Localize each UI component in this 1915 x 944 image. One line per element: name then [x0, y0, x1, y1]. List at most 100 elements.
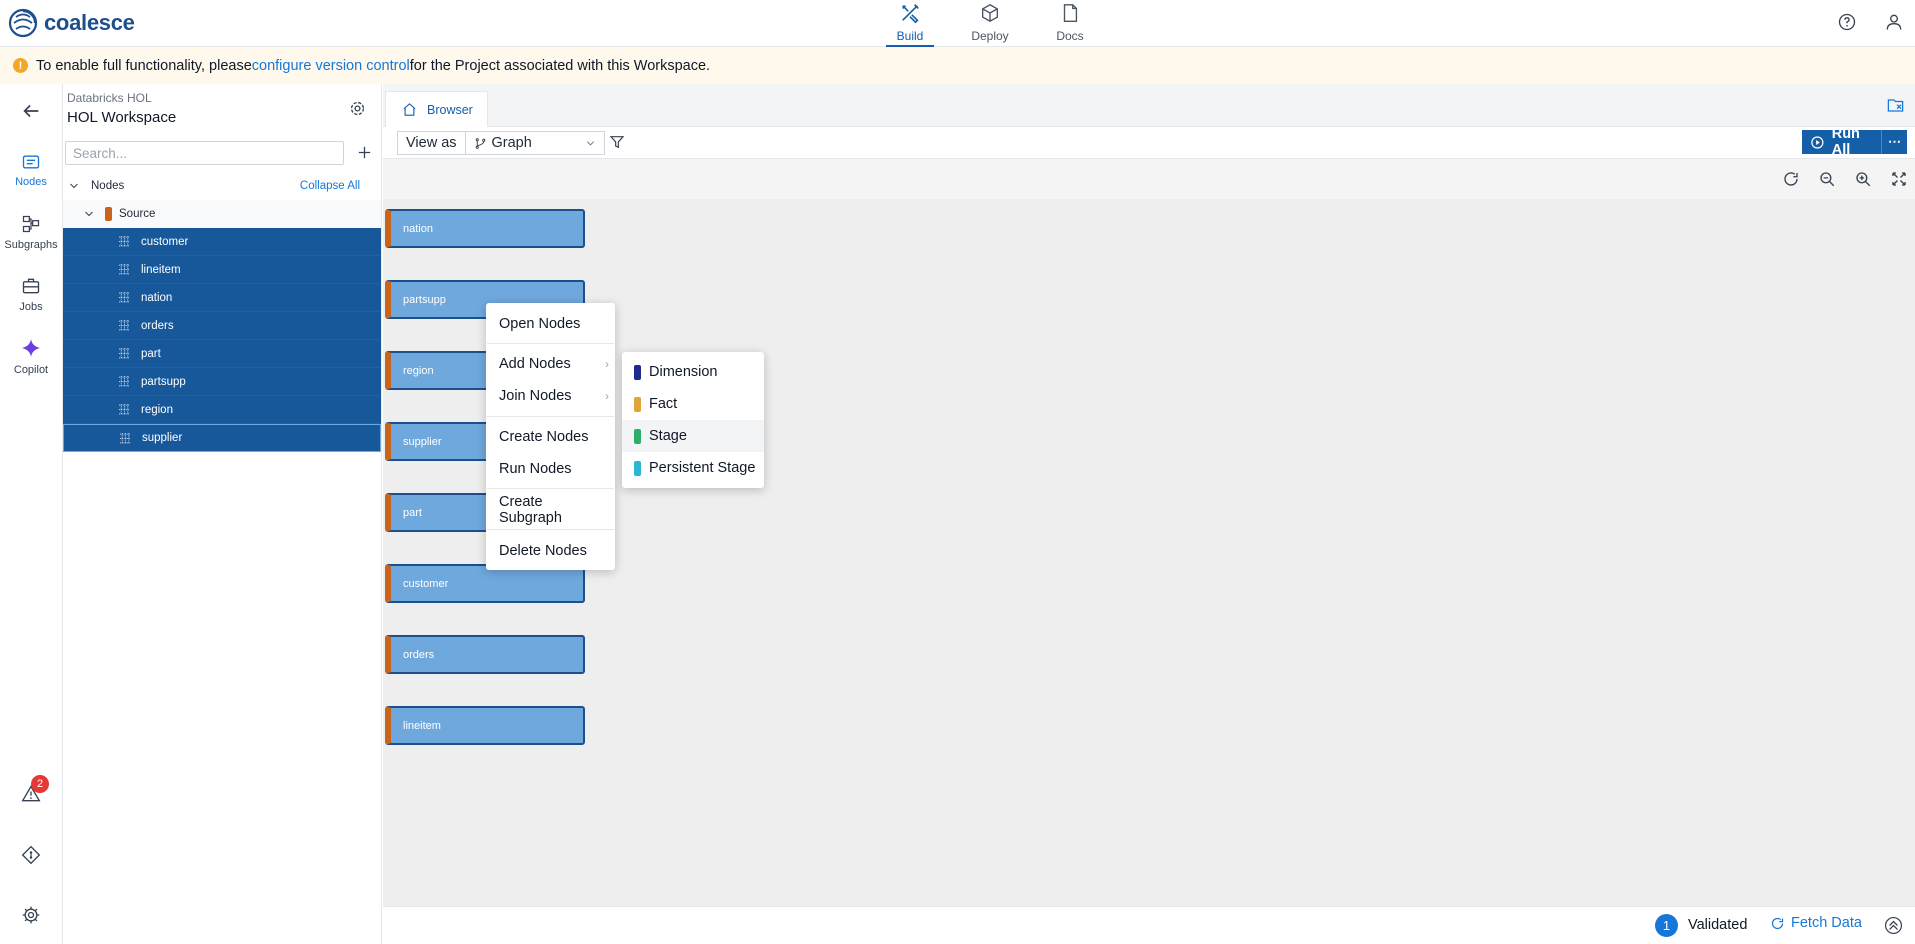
- view-mode-select[interactable]: Graph: [466, 132, 604, 154]
- nav-deploy[interactable]: Deploy: [960, 2, 1020, 44]
- tree-node-item[interactable]: part: [63, 340, 381, 368]
- warning-icon: !: [13, 58, 28, 73]
- expand-up-icon[interactable]: [1884, 916, 1903, 935]
- top-bar: [0, 0, 1915, 47]
- left-rail: [0, 84, 63, 944]
- submenu-stage-label: Stage: [649, 428, 687, 444]
- submenu-dimension[interactable]: Dimension: [622, 356, 764, 388]
- tree-group-label: Source: [119, 208, 156, 220]
- menu-create-subgraph[interactable]: Create Subgraph: [499, 494, 609, 526]
- briefcase-icon: [22, 278, 40, 294]
- menu-open-nodes[interactable]: Open Nodes: [499, 314, 609, 334]
- tab-browser[interactable]: Browser: [385, 91, 488, 127]
- graph-node-label: region: [403, 364, 434, 377]
- home-icon: [403, 103, 416, 116]
- fetch-data-button[interactable]: Fetch Data: [1770, 915, 1862, 931]
- run-all-button[interactable]: Run All ⋯: [1802, 126, 1907, 158]
- node-search-input[interactable]: [65, 141, 344, 165]
- rail-subgraphs[interactable]: Subgraphs: [0, 214, 62, 251]
- graph-node[interactable]: orders: [385, 635, 585, 674]
- tree-node-item[interactable]: lineitem: [63, 256, 381, 284]
- chevron-down-icon: [586, 140, 594, 146]
- add-icon[interactable]: [356, 144, 373, 161]
- nav-build[interactable]: Build: [880, 2, 940, 47]
- menu-run-nodes[interactable]: Run Nodes: [499, 459, 609, 479]
- menu-create-subgraph-label: Create Subgraph: [499, 494, 562, 526]
- tools-icon: [902, 4, 919, 24]
- nav-deploy-label: Deploy: [971, 29, 1009, 43]
- version-control-banner: ! To enable full functionality, please c…: [0, 47, 1915, 84]
- menu-divider: [487, 488, 614, 489]
- user-icon[interactable]: [1884, 12, 1904, 32]
- fit-view-icon[interactable]: [1890, 170, 1908, 188]
- submenu-stage[interactable]: Stage: [622, 420, 764, 452]
- tree-node-label: region: [141, 403, 173, 416]
- status-bar: [383, 906, 1915, 944]
- git-icon[interactable]: [21, 845, 41, 865]
- tree-node-item[interactable]: supplier: [63, 424, 381, 452]
- tree-node-item[interactable]: customer: [63, 228, 381, 256]
- validated-status[interactable]: Validated: [1688, 917, 1747, 933]
- tree-node-label: partsupp: [141, 375, 186, 388]
- graph-node[interactable]: nation: [385, 209, 585, 248]
- tree-root-nodes[interactable]: Nodes Collapse All: [63, 172, 381, 200]
- rail-copilot-label: Copilot: [13, 364, 49, 376]
- tree-group-source[interactable]: Source: [63, 200, 381, 228]
- tree-root-label: Nodes: [91, 180, 125, 192]
- menu-delete-nodes[interactable]: Delete Nodes: [499, 541, 609, 561]
- graph-node[interactable]: lineitem: [385, 706, 585, 745]
- close-folder-icon[interactable]: [1886, 96, 1905, 115]
- menu-create-nodes[interactable]: Create Nodes: [499, 427, 609, 447]
- menu-open-nodes-label: Open Nodes: [499, 316, 581, 332]
- graph-node-label: nation: [403, 222, 433, 235]
- validation-count-badge: 1: [1655, 914, 1678, 937]
- submenu-persistent-stage-label: Persistent Stage: [649, 460, 756, 476]
- menu-add-nodes[interactable]: Add Nodes ›: [499, 354, 609, 374]
- tree-node-item[interactable]: region: [63, 396, 381, 424]
- filter-icon[interactable]: [609, 134, 625, 150]
- project-name: Databricks HOL: [67, 91, 152, 105]
- tree-node-item[interactable]: orders: [63, 312, 381, 340]
- collapse-all-link[interactable]: Collapse All: [300, 180, 360, 192]
- menu-join-nodes[interactable]: Join Nodes ›: [499, 386, 609, 406]
- subgraphs-icon: [22, 215, 40, 233]
- configure-version-control-link[interactable]: configure version control: [252, 58, 410, 74]
- graph-node-label: partsupp: [403, 293, 446, 306]
- document-icon: [1063, 4, 1078, 22]
- rail-nodes[interactable]: Nodes: [0, 153, 62, 188]
- zoom-out-icon[interactable]: [1818, 170, 1836, 188]
- app-logo[interactable]: coalesce: [8, 8, 135, 38]
- tree-node-item[interactable]: nation: [63, 284, 381, 312]
- submenu-fact[interactable]: Fact: [622, 388, 764, 420]
- rail-copilot[interactable]: Copilot: [0, 337, 62, 376]
- view-mode-value: Graph: [491, 135, 532, 151]
- refresh-icon[interactable]: [1782, 170, 1800, 188]
- branch-icon: [475, 137, 485, 149]
- settings-gear-icon[interactable]: [21, 905, 41, 925]
- graph-node-label: orders: [403, 648, 435, 661]
- table-grid-icon: [119, 292, 130, 303]
- table-grid-icon: [119, 376, 130, 387]
- logo-text: coalesce: [44, 10, 135, 35]
- chevron-down-icon: [85, 211, 93, 217]
- rail-jobs[interactable]: Jobs: [0, 276, 62, 313]
- nav-docs[interactable]: Docs: [1040, 2, 1100, 44]
- graph-node-label: lineitem: [403, 719, 441, 732]
- tree-node-label: part: [141, 347, 161, 360]
- run-all-more-icon[interactable]: ⋯: [1881, 130, 1901, 154]
- nav-build-label: Build: [896, 29, 924, 43]
- tree-node-item[interactable]: partsupp: [63, 368, 381, 396]
- workspace-settings-gear-icon[interactable]: [348, 99, 367, 118]
- tree-node-label: nation: [141, 291, 173, 304]
- cube-icon: [981, 3, 999, 23]
- back-arrow-icon[interactable]: [20, 100, 42, 122]
- zoom-in-icon[interactable]: [1854, 170, 1872, 188]
- help-icon[interactable]: [1837, 12, 1857, 32]
- chevron-right-icon: ›: [605, 389, 609, 403]
- graph-node-label: part: [403, 506, 422, 519]
- stage-color-swatch: [634, 428, 641, 444]
- rail-subgraphs-label: Subgraphs: [4, 239, 58, 251]
- tree-node-label: supplier: [142, 432, 183, 444]
- menu-delete-nodes-label: Delete Nodes: [499, 543, 587, 559]
- submenu-persistent-stage[interactable]: Persistent Stage: [622, 452, 764, 484]
